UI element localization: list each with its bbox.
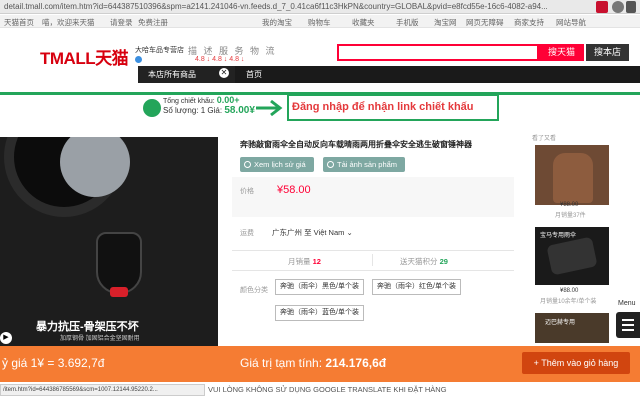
exchange-rate: ỷ giá 1¥ = 3.692,7đ [2, 356, 105, 370]
download-images-button[interactable]: Tải ảnh sản phẩm [323, 157, 406, 172]
search-shop-button[interactable]: 搜本店 [586, 44, 629, 61]
tmall-top-nav: 天猫首页 喵，欢迎来天猫 请登录 免费注册 我的淘宝 购物车 收藏夹 手机版 淘… [0, 15, 640, 28]
sidebar-heading: 看了又看 [532, 136, 557, 142]
extension-icon[interactable] [596, 1, 608, 13]
shop-name[interactable]: 大哈车品专营店 [135, 45, 184, 55]
play-video-icon[interactable]: ▶ [0, 332, 12, 344]
translate-warning: VUI LÒNG KHÔNG SỬ DỤNG GOOGLE TRANSLATE … [208, 385, 447, 394]
status-url: /item.htm?id=644386785569&scm=1007.12144… [0, 384, 205, 396]
search-tmall-button[interactable]: 搜天猫 [539, 44, 584, 61]
shop-info-icon[interactable] [135, 56, 142, 63]
search-input[interactable] [337, 44, 539, 61]
topnav-login[interactable]: 请登录 [110, 17, 133, 28]
estimated-total: Giá trị tạm tính: 214.176,6đ [240, 356, 387, 370]
promo-discount: Tổng chiết khấu: 0.00+ [163, 95, 240, 105]
browser-url-text[interactable]: detail.tmall.com/item.htm?id=64438751039… [4, 2, 564, 12]
close-icon[interactable]: ✕ [219, 68, 229, 78]
add-to-cart-button[interactable]: + Thêm vào giỏ hàng [522, 352, 630, 374]
seat-graphic [553, 153, 593, 203]
topnav-mobile[interactable]: 手机版 [396, 17, 419, 28]
topnav-taobao[interactable]: 淘宝网 [434, 17, 457, 28]
hammer-tip-graphic [110, 287, 128, 297]
shipping-label: 运费 [240, 230, 254, 237]
browser-menu-icon[interactable] [626, 1, 636, 13]
topnav-site-nav[interactable]: 网站导航 [556, 17, 586, 28]
shop-ratings: 4.8 ↓ 4.8 ↓ 4.8 ↓ [195, 56, 245, 63]
tmall-points: 送天猫积分 29 [400, 257, 448, 266]
profile-icon[interactable] [612, 1, 624, 13]
browser-url-bar[interactable]: detail.tmall.com/item.htm?id=64438751039… [0, 0, 640, 14]
clock-icon [244, 161, 251, 168]
promo-quantity-price: Số lượng: 1 Giá: 58.00¥ [163, 105, 255, 116]
monthly-sales: 月销量 12 [288, 257, 321, 266]
divider [232, 270, 514, 271]
sidebar-product-2-price: ¥88.00 [560, 288, 579, 294]
topnav-register[interactable]: 免费注册 [138, 17, 168, 28]
price-label: 价格 [240, 188, 254, 195]
topnav-accessibility[interactable]: 网页无障碍 [466, 17, 504, 28]
sidebar-product-1-sold: 月销量37件 [555, 213, 586, 219]
price-history-button[interactable]: Xem lịch sử giá [240, 157, 314, 172]
product-image-subcaption: 加厚钢骨 加固铝合金坚固耐用 [60, 336, 140, 342]
topnav-cart[interactable]: 购物车 [308, 17, 331, 28]
topnav-merchant[interactable]: 商家支持 [514, 17, 544, 28]
topnav-favorites[interactable]: 收藏夹 [352, 17, 375, 28]
topnav-my-taobao[interactable]: 我的淘宝 [262, 17, 292, 28]
tmall-logo[interactable]: TMALL天猫 [40, 44, 129, 69]
product-image-caption: 暴力抗压-骨架压不坏 [36, 321, 139, 333]
sidebar-product-1-price: ¥88.00 [560, 202, 579, 208]
color-option-label: 颜色分类 [240, 287, 268, 294]
sidebar-product-2-sold: 月销量10余年/单个装 [540, 299, 597, 305]
shop-home-link[interactable]: 首页 [246, 66, 262, 83]
sidebar-product-1-image[interactable] [535, 145, 609, 205]
product-main-image[interactable] [0, 137, 218, 347]
device-graphic [546, 236, 598, 276]
hamburger-menu-icon[interactable] [616, 312, 640, 338]
login-discount-link[interactable]: Đăng nhập để nhận link chiết khấu [292, 101, 474, 113]
sidebar-product-3-image[interactable]: 迈巴赫专用 [535, 313, 609, 343]
sidebar-product-2-label: 宝马专用雨伞 [540, 233, 577, 239]
divider [372, 254, 373, 266]
menu-label: Menu [618, 300, 636, 307]
image-icon [327, 161, 334, 168]
option-red[interactable]: 奔驰（雨伞）红色/单个装 [372, 279, 461, 295]
arrow-right-icon [256, 99, 283, 117]
option-blue[interactable]: 奔驰（雨伞）蓝色/单个装 [275, 305, 364, 321]
topnav-home[interactable]: 天猫首页 [4, 17, 34, 28]
topnav-welcome: 喵，欢迎来天猫 [42, 18, 95, 27]
sidebar-product-3-label: 迈巴赫专用 [545, 320, 576, 326]
price-box [232, 177, 514, 217]
shipping-destination-select[interactable]: 广东广州 至 Việt Nam ⌄ [272, 227, 353, 238]
promo-avatar [143, 99, 161, 117]
umbrella-handle-graphic [96, 232, 142, 294]
product-title: 奔驰敲窗雨伞全自动反向车载晴雨两用折叠伞安全逃生破窗锤神器 [240, 140, 472, 149]
option-black[interactable]: 奔驰（雨伞）黑色/单个装 [275, 279, 364, 295]
sidebar-product-2-image[interactable]: 宝马专用雨伞 [535, 227, 609, 285]
product-price: ¥58.00 [277, 184, 311, 196]
divider [232, 250, 514, 251]
